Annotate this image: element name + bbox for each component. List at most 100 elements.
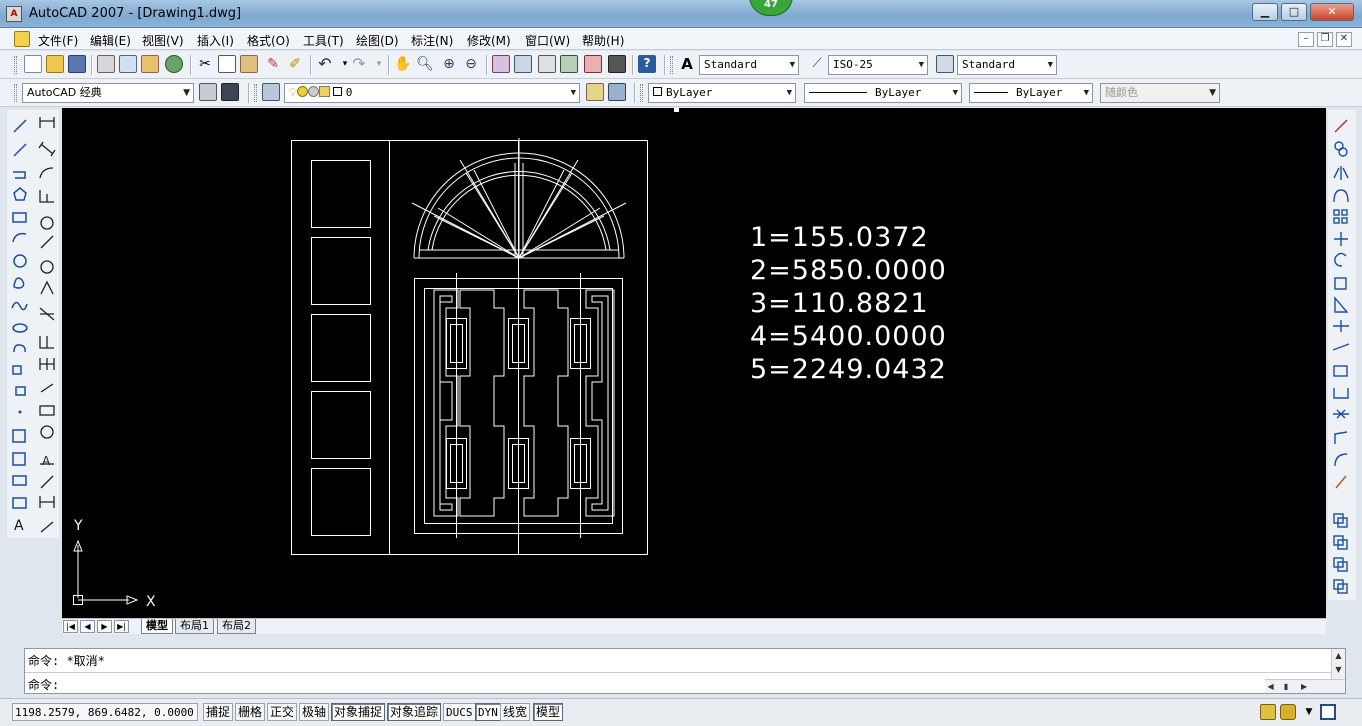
open-icon[interactable]: [46, 55, 64, 73]
markup-icon[interactable]: [584, 55, 602, 73]
menu-modify[interactable]: 修改(M): [467, 32, 511, 49]
menu-dimension[interactable]: 标注(N): [411, 32, 453, 49]
layout-tab-bar: |◀ ◀ ▶ ▶| 模型 布局1 布局2: [62, 618, 1326, 634]
menu-insert[interactable]: 插入(I): [197, 32, 234, 49]
3d-dwf-icon[interactable]: [165, 55, 183, 73]
doc-close-button[interactable]: ✕: [1336, 32, 1352, 47]
table-style-icon[interactable]: [936, 55, 954, 73]
color-select[interactable]: ByLayer ▼: [648, 83, 796, 103]
print-icon[interactable]: [97, 55, 115, 73]
lineweight-toggle[interactable]: 线宽: [500, 703, 531, 721]
text-style-select[interactable]: Standard ▼: [699, 55, 799, 75]
zoom-window-icon[interactable]: ⊕: [440, 55, 458, 73]
first-tab-button[interactable]: |◀: [63, 620, 78, 633]
block-editor-icon[interactable]: ✐: [286, 55, 304, 73]
menu-help[interactable]: 帮助(H): [582, 32, 624, 49]
text-style-icon[interactable]: A: [678, 55, 696, 73]
toolbar-grip[interactable]: [254, 84, 257, 102]
doc-restore-button[interactable]: ❐: [1317, 32, 1333, 47]
design-center-icon[interactable]: [514, 55, 532, 73]
save-icon[interactable]: [68, 55, 86, 73]
menu-draw[interactable]: 绘图(D): [356, 32, 399, 49]
workspace-settings-icon[interactable]: [199, 83, 217, 101]
color-swatch: [653, 87, 662, 96]
tool-palettes-icon[interactable]: [538, 55, 556, 73]
redo-icon[interactable]: ↷: [350, 55, 368, 73]
table-style-select[interactable]: Standard ▼: [957, 55, 1057, 75]
layer-previous-icon[interactable]: [608, 83, 626, 101]
new-icon[interactable]: [24, 55, 42, 73]
menu-tools[interactable]: 工具(T): [303, 32, 344, 49]
command-scrollbar[interactable]: ▲ ▼: [1331, 649, 1345, 679]
otrack-toggle[interactable]: 对象追踪: [387, 703, 442, 721]
paste-icon[interactable]: [240, 55, 258, 73]
ducs-toggle[interactable]: DUCS: [443, 703, 476, 721]
layer-select[interactable]: 💡︎ 0 ▼: [284, 83, 580, 103]
menu-format[interactable]: 格式(O): [247, 32, 290, 49]
dyn-toggle[interactable]: DYN: [475, 703, 501, 721]
tab-model[interactable]: 模型: [141, 619, 173, 634]
communication-center-icon[interactable]: [1260, 704, 1276, 720]
redo-dropdown-icon[interactable]: ▾: [370, 55, 388, 73]
osnap-toggle[interactable]: 对象捕捉: [331, 703, 386, 721]
command-window[interactable]: 命令: *取消* 命令: ▲ ▼ ◀ ▮ ▶: [24, 648, 1346, 694]
match-properties-icon[interactable]: ✎: [264, 55, 282, 73]
save-workspace-icon[interactable]: [221, 83, 239, 101]
lineweight-select[interactable]: ByLayer ▼: [969, 83, 1093, 103]
zoom-previous-icon[interactable]: ⊖: [462, 55, 480, 73]
toolbar-lock-icon[interactable]: [1280, 704, 1296, 720]
menu-file[interactable]: 文件(F): [38, 32, 78, 49]
coordinate-display[interactable]: 1198.2579, 869.6482, 0.0000: [12, 703, 198, 721]
zoom-realtime-icon[interactable]: 🔍︎: [416, 55, 434, 73]
snap-toggle[interactable]: 捕捉: [203, 703, 234, 721]
ortho-toggle[interactable]: 正交: [267, 703, 298, 721]
minimize-button[interactable]: ▁: [1252, 3, 1278, 21]
close-button[interactable]: ✕: [1310, 3, 1354, 21]
tab-layout1[interactable]: 布局1: [175, 619, 214, 634]
workspace-select[interactable]: AutoCAD 经典 ▼: [22, 83, 194, 103]
document-icon[interactable]: [14, 31, 30, 47]
dim-style-icon[interactable]: ⟋: [808, 55, 826, 73]
menu-edit[interactable]: 编辑(E): [90, 32, 131, 49]
calculator-icon[interactable]: [608, 55, 626, 73]
pan-icon[interactable]: ✋: [394, 55, 412, 73]
toolbar-grip[interactable]: [14, 56, 17, 74]
status-menu-icon[interactable]: ▼: [1301, 704, 1317, 720]
toolbar-grip[interactable]: [640, 84, 643, 102]
sheet-set-icon[interactable]: [560, 55, 578, 73]
maximize-button[interactable]: □: [1281, 3, 1307, 21]
dim-style-select[interactable]: ISO-25 ▼: [828, 55, 928, 75]
model-toggle[interactable]: 模型: [533, 703, 564, 721]
last-tab-button[interactable]: ▶|: [114, 620, 129, 633]
command-history-line: 命令: *取消*: [28, 654, 105, 668]
layer-manager-icon[interactable]: [262, 83, 280, 101]
ucs-x-label: X: [146, 594, 156, 610]
properties-icon[interactable]: [492, 55, 510, 73]
plot-style-select[interactable]: 随颜色 ▼: [1100, 83, 1220, 103]
help-icon[interactable]: ?: [638, 55, 656, 73]
cut-icon[interactable]: ✂: [196, 55, 214, 73]
menu-view[interactable]: 视图(V): [142, 32, 184, 49]
doc-minimize-button[interactable]: –: [1298, 32, 1314, 47]
publish-icon[interactable]: [141, 55, 159, 73]
chevron-down-icon: ▼: [786, 88, 792, 98]
polar-toggle[interactable]: 极轴: [299, 703, 330, 721]
next-tab-button[interactable]: ▶: [97, 620, 112, 633]
drawing-area[interactable]: Y X 1=155.0372 2=5850.0000 3=110.8821 4=…: [62, 108, 1326, 618]
autocad-app-icon[interactable]: A: [6, 6, 22, 22]
tab-layout2[interactable]: 布局2: [217, 619, 256, 634]
plot-preview-icon[interactable]: [119, 55, 137, 73]
command-prompt[interactable]: 命令:: [28, 676, 59, 693]
toolbar-grip[interactable]: [670, 56, 673, 74]
command-hscrollbar[interactable]: ◀ ▮ ▶: [1265, 679, 1345, 693]
copy-icon[interactable]: [218, 55, 236, 73]
clean-screen-icon[interactable]: [1320, 704, 1336, 720]
prev-tab-button[interactable]: ◀: [80, 620, 95, 633]
linear-dim-icon: [39, 117, 55, 128]
undo-icon[interactable]: ↶: [316, 55, 334, 73]
grid-toggle[interactable]: 栅格: [235, 703, 266, 721]
linetype-select[interactable]: ByLayer ▼: [804, 83, 962, 103]
menu-window[interactable]: 窗口(W): [525, 32, 570, 49]
toolbar-grip[interactable]: [14, 84, 17, 102]
make-layer-current-icon[interactable]: [586, 83, 604, 101]
